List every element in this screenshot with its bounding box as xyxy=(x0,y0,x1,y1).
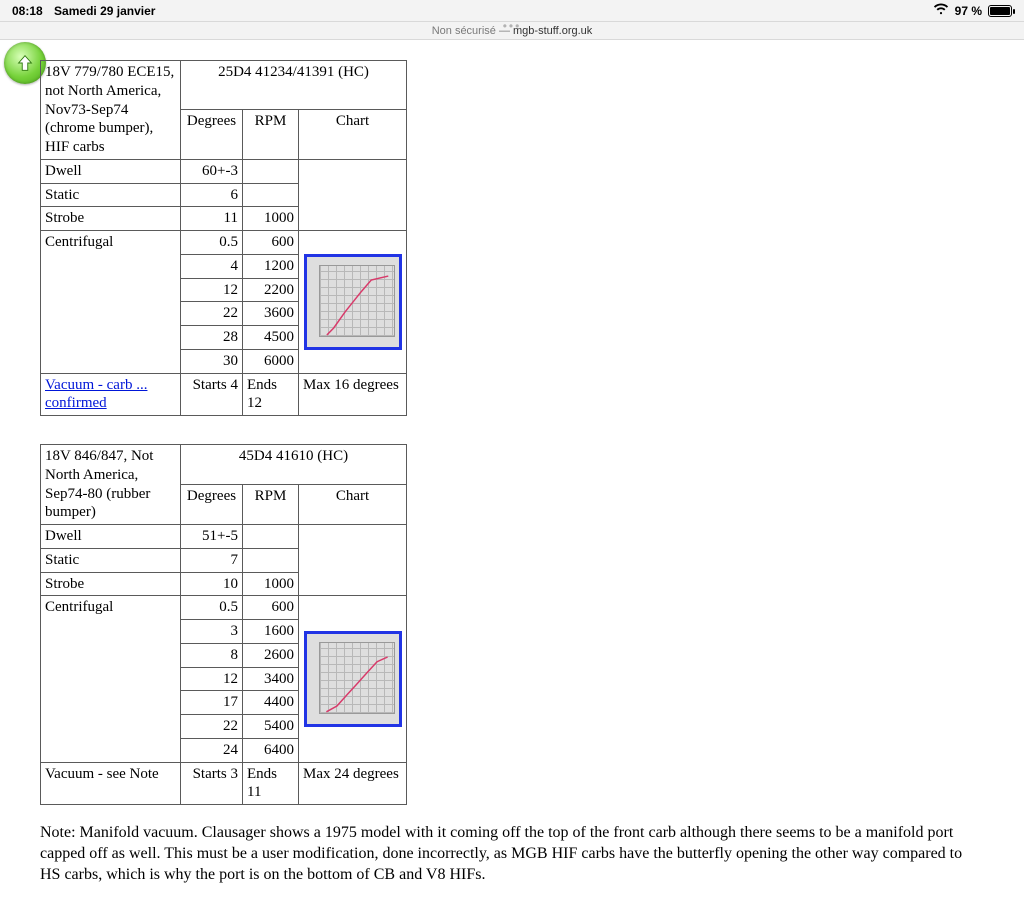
vac-max: Max 16 degrees xyxy=(299,373,407,416)
cent-deg: 0.5 xyxy=(181,231,243,255)
battery-percent: 97 % xyxy=(955,4,982,18)
strobe-rpm: 1000 xyxy=(243,207,299,231)
cent-rpm: 6400 xyxy=(243,738,299,762)
strobe-deg: 10 xyxy=(181,572,243,596)
distributor-code: 45D4 41610 (HC) xyxy=(181,445,407,485)
col-header-chart: Chart xyxy=(299,485,407,525)
col-header-rpm: RPM xyxy=(243,485,299,525)
cent-rpm: 3600 xyxy=(243,302,299,326)
cent-rpm: 2600 xyxy=(243,643,299,667)
status-time: 08:18 xyxy=(12,4,43,18)
status-date: Samedi 29 janvier xyxy=(54,4,155,18)
browser-url-bar[interactable]: ••• Non sécurisé — mgb-stuff.org.uk xyxy=(0,22,1024,40)
chart-empty xyxy=(299,525,407,596)
spec-table: 18V 846/847, Not North America, Sep74-80… xyxy=(40,444,407,805)
col-header-chart: Chart xyxy=(299,110,407,159)
cent-rpm: 4400 xyxy=(243,691,299,715)
col-header-rpm: RPM xyxy=(243,110,299,159)
cent-rpm: 5400 xyxy=(243,715,299,739)
row-label-static: Static xyxy=(41,183,181,207)
cent-rpm: 2200 xyxy=(243,278,299,302)
static-value: 7 xyxy=(181,548,243,572)
vac-starts: Starts 4 xyxy=(181,373,243,416)
vac-starts: Starts 3 xyxy=(181,762,243,805)
empty-cell xyxy=(243,159,299,183)
dwell-value: 51+-5 xyxy=(181,525,243,549)
cent-rpm: 4500 xyxy=(243,326,299,350)
status-left: 08:18 Samedi 29 janvier xyxy=(12,4,155,18)
static-value: 6 xyxy=(181,183,243,207)
cent-deg: 30 xyxy=(181,349,243,373)
status-right: 97 % xyxy=(933,3,1012,18)
cent-rpm: 1600 xyxy=(243,620,299,644)
cent-deg: 3 xyxy=(181,620,243,644)
distributor-code: 25D4 41234/41391 (HC) xyxy=(181,61,407,110)
chart-cell xyxy=(299,231,407,374)
row-label-centrifugal: Centrifugal xyxy=(41,596,181,762)
cent-deg: 17 xyxy=(181,691,243,715)
cent-deg: 22 xyxy=(181,302,243,326)
cent-deg: 22 xyxy=(181,715,243,739)
advance-curve-chart[interactable] xyxy=(304,631,402,727)
cent-deg: 8 xyxy=(181,643,243,667)
row-label-dwell: Dwell xyxy=(41,159,181,183)
row-label-static: Static xyxy=(41,548,181,572)
spec-table: 18V 779/780 ECE15, not North America, No… xyxy=(40,60,407,416)
cent-rpm: 6000 xyxy=(243,349,299,373)
battery-icon xyxy=(988,5,1012,17)
col-header-degrees: Degrees xyxy=(181,485,243,525)
dwell-value: 60+-3 xyxy=(181,159,243,183)
row-label-strobe: Strobe xyxy=(41,207,181,231)
wifi-icon xyxy=(933,3,949,18)
row-label-vacuum: Vacuum - see Note xyxy=(41,762,181,805)
row-label-vacuum: Vacuum - carb ... confirmed xyxy=(41,373,181,416)
cent-rpm: 1200 xyxy=(243,254,299,278)
url-domain: mgb-stuff.org.uk xyxy=(513,25,592,37)
advance-curve-chart[interactable] xyxy=(304,254,402,350)
tab-menu-icon[interactable]: ••• xyxy=(503,19,522,33)
vacuum-label: Vacuum - see Note xyxy=(45,766,159,782)
cent-deg: 28 xyxy=(181,326,243,350)
page-content: 18V 779/780 ECE15, not North America, No… xyxy=(0,40,1024,921)
cent-deg: 0.5 xyxy=(181,596,243,620)
cent-deg: 4 xyxy=(181,254,243,278)
cent-deg: 24 xyxy=(181,738,243,762)
engine-desc: 18V 779/780 ECE15, not North America, No… xyxy=(41,61,181,160)
vac-ends: Ends 12 xyxy=(243,373,299,416)
strobe-rpm: 1000 xyxy=(243,572,299,596)
col-header-degrees: Degrees xyxy=(181,110,243,159)
row-label-centrifugal: Centrifugal xyxy=(41,231,181,374)
chart-empty xyxy=(299,159,407,230)
row-label-strobe: Strobe xyxy=(41,572,181,596)
vac-max: Max 24 degrees xyxy=(299,762,407,805)
cent-rpm: 600 xyxy=(243,596,299,620)
row-label-dwell: Dwell xyxy=(41,525,181,549)
engine-desc: 18V 846/847, Not North America, Sep74-80… xyxy=(41,445,181,525)
vac-ends: Ends 11 xyxy=(243,762,299,805)
empty-cell xyxy=(243,548,299,572)
cent-deg: 12 xyxy=(181,278,243,302)
cent-rpm: 600 xyxy=(243,231,299,255)
cent-rpm: 3400 xyxy=(243,667,299,691)
vacuum-link[interactable]: Vacuum - carb ... confirmed xyxy=(45,377,147,412)
empty-cell xyxy=(243,525,299,549)
footnote-text: Note: Manifold vacuum. Clausager shows a… xyxy=(40,823,984,885)
chart-cell xyxy=(299,596,407,762)
strobe-deg: 11 xyxy=(181,207,243,231)
empty-cell xyxy=(243,183,299,207)
cent-deg: 12 xyxy=(181,667,243,691)
security-label: Non sécurisé — xyxy=(432,25,513,37)
